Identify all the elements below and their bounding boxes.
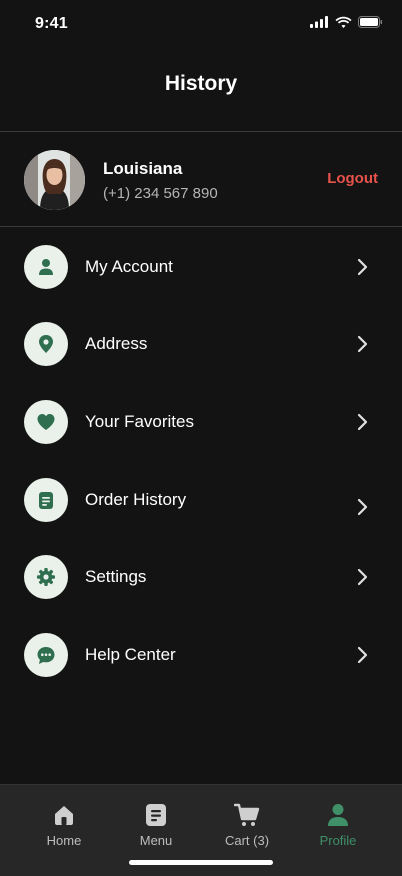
battery-icon [358,16,383,28]
menu-item-order-history[interactable]: Order History [24,478,378,524]
menu-label: My Account [85,257,173,276]
chevron-right-icon [357,646,368,664]
logout-button[interactable]: Logout [327,170,378,187]
chevron-right-icon [357,498,368,516]
tab-home[interactable]: Home [24,803,104,848]
chevron-right-icon [357,413,368,431]
profile-phone: (+1) 234 567 890 [103,185,218,202]
menu-item-my-account[interactable]: My Account [24,245,378,291]
tab-menu[interactable]: Menu [116,803,196,848]
tab-profile[interactable]: Profile [298,803,378,848]
document-icon [24,478,68,522]
location-pin-icon [24,322,68,366]
tab-cart[interactable]: Cart (3) [207,803,287,848]
menu-label: Help Center [85,645,176,664]
cart-icon [234,803,260,826]
status-time: 9:41 [35,15,68,32]
gear-icon [24,555,68,599]
profile-icon [328,804,348,826]
page-title: History [164,72,238,95]
heart-icon [24,400,68,444]
chevron-right-icon [357,568,368,586]
avatar[interactable] [24,150,85,210]
avatar-image [24,150,85,210]
divider-top [0,131,402,132]
menu-item-favorites[interactable]: Your Favorites [24,400,378,446]
tab-label: Cart (3) [224,833,270,848]
home-icon [55,806,73,825]
menu-label: Your Favorites [85,412,194,431]
menu-icon [146,804,166,826]
status-icons [310,16,383,28]
status-bar: 9:41 [0,0,402,48]
chevron-right-icon [357,258,368,276]
home-indicator [129,860,273,865]
divider-profile [0,226,402,227]
menu-label: Settings [85,567,147,586]
tab-label: Home [46,833,82,848]
menu-label: Order History [85,490,187,509]
user-icon [24,245,68,289]
menu-item-address[interactable]: Address [24,322,378,368]
tab-label: Menu [139,833,173,848]
profile-name: Louisiana [103,159,183,178]
menu-item-settings[interactable]: Settings [24,555,378,601]
chevron-right-icon [357,335,368,353]
profile-card: Louisiana (+1) 234 567 890 Logout [24,150,378,210]
menu-label: Address [85,334,148,353]
tab-label: Profile [319,833,357,848]
signal-icon [310,16,328,28]
wifi-icon [335,16,352,28]
chat-bubble-icon [24,633,68,677]
menu-item-help-center[interactable]: Help Center [24,633,378,679]
